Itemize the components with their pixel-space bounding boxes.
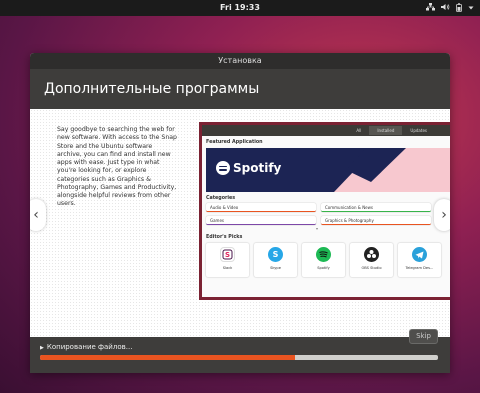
status-text: Копирование файлов...: [46, 343, 133, 351]
slideshow: Say goodbye to searching the web for new…: [30, 109, 450, 337]
previous-slide-button[interactable]: ‹: [30, 199, 46, 231]
pick-obs: OBS Studio: [350, 243, 393, 277]
pick-telegram: Telegram Des...: [398, 243, 441, 277]
install-footer: ▶ Копирование файлов... Skip: [30, 329, 450, 373]
svg-text:S: S: [225, 251, 230, 259]
pick-spotify: Spotify: [302, 243, 345, 277]
telegram-icon: [412, 247, 427, 262]
chevron-down-icon[interactable]: [468, 4, 474, 13]
volume-icon[interactable]: [441, 3, 450, 13]
category-graphics: Graphics & Photography: [321, 216, 431, 225]
category-communication: Communication & News: [321, 203, 431, 212]
pick-name: OBS Studio: [361, 266, 382, 270]
obs-icon: [364, 247, 379, 262]
battery-icon[interactable]: [456, 2, 462, 14]
pick-name: Slack: [222, 266, 233, 270]
progress-fill: [40, 355, 295, 360]
featured-banner: Spotify: [206, 148, 450, 192]
store-tab-updates: Updates: [410, 128, 427, 133]
categories-label: Categories: [206, 196, 236, 201]
slide-description: Say goodbye to searching the web for new…: [57, 126, 177, 208]
featured-label: Featured Application: [206, 140, 263, 145]
category-list: Audio & Video Communication & News Games…: [206, 203, 450, 225]
banner-text: Spotify: [233, 161, 282, 175]
pick-name: Telegram Des...: [405, 266, 434, 270]
store-tab-all: All: [356, 128, 362, 133]
clock[interactable]: Fri 19:33: [0, 0, 480, 16]
next-slide-button[interactable]: ›: [434, 199, 450, 231]
snap-store-screenshot: All Installed Updates Featured Applicati…: [199, 122, 450, 300]
pick-skype: S Skype: [254, 243, 297, 277]
skype-icon: S: [268, 247, 283, 262]
system-tray[interactable]: [426, 0, 474, 16]
network-icon[interactable]: [426, 3, 435, 13]
pick-slack: S Slack: [206, 243, 249, 277]
store-tab-installed: Installed: [369, 126, 403, 135]
editors-picks: S Slack S Skype Spotify OBS Studio Teleg…: [206, 243, 450, 277]
pick-name: Spotify: [317, 266, 330, 270]
page-title: Дополнительные программы: [30, 69, 450, 109]
spotify-logo: Spotify: [216, 161, 281, 175]
expand-triangle-icon[interactable]: ▶: [40, 345, 44, 351]
chevron-right-icon: ›: [441, 207, 447, 223]
spotify-icon: [316, 247, 331, 262]
category-audio-video: Audio & Video: [206, 203, 316, 212]
editors-picks-label: Editor's Picks: [206, 235, 243, 240]
window-title: Установка: [30, 53, 450, 69]
skip-button[interactable]: Skip: [409, 329, 438, 344]
progress-bar: [40, 355, 438, 360]
pick-name: Skype: [270, 266, 281, 270]
installer-window: Установка Дополнительные программы Say g…: [30, 53, 450, 373]
top-bar: Fri 19:33: [0, 0, 480, 16]
store-header: All Installed Updates: [202, 125, 450, 136]
spotify-icon: [216, 161, 230, 175]
install-status[interactable]: ▶ Копирование файлов...: [40, 341, 132, 354]
chevron-left-icon: ‹: [33, 207, 39, 223]
more-categories-indicator: ▾: [315, 226, 318, 231]
slack-icon: S: [220, 247, 235, 262]
category-games: Games: [206, 216, 316, 225]
